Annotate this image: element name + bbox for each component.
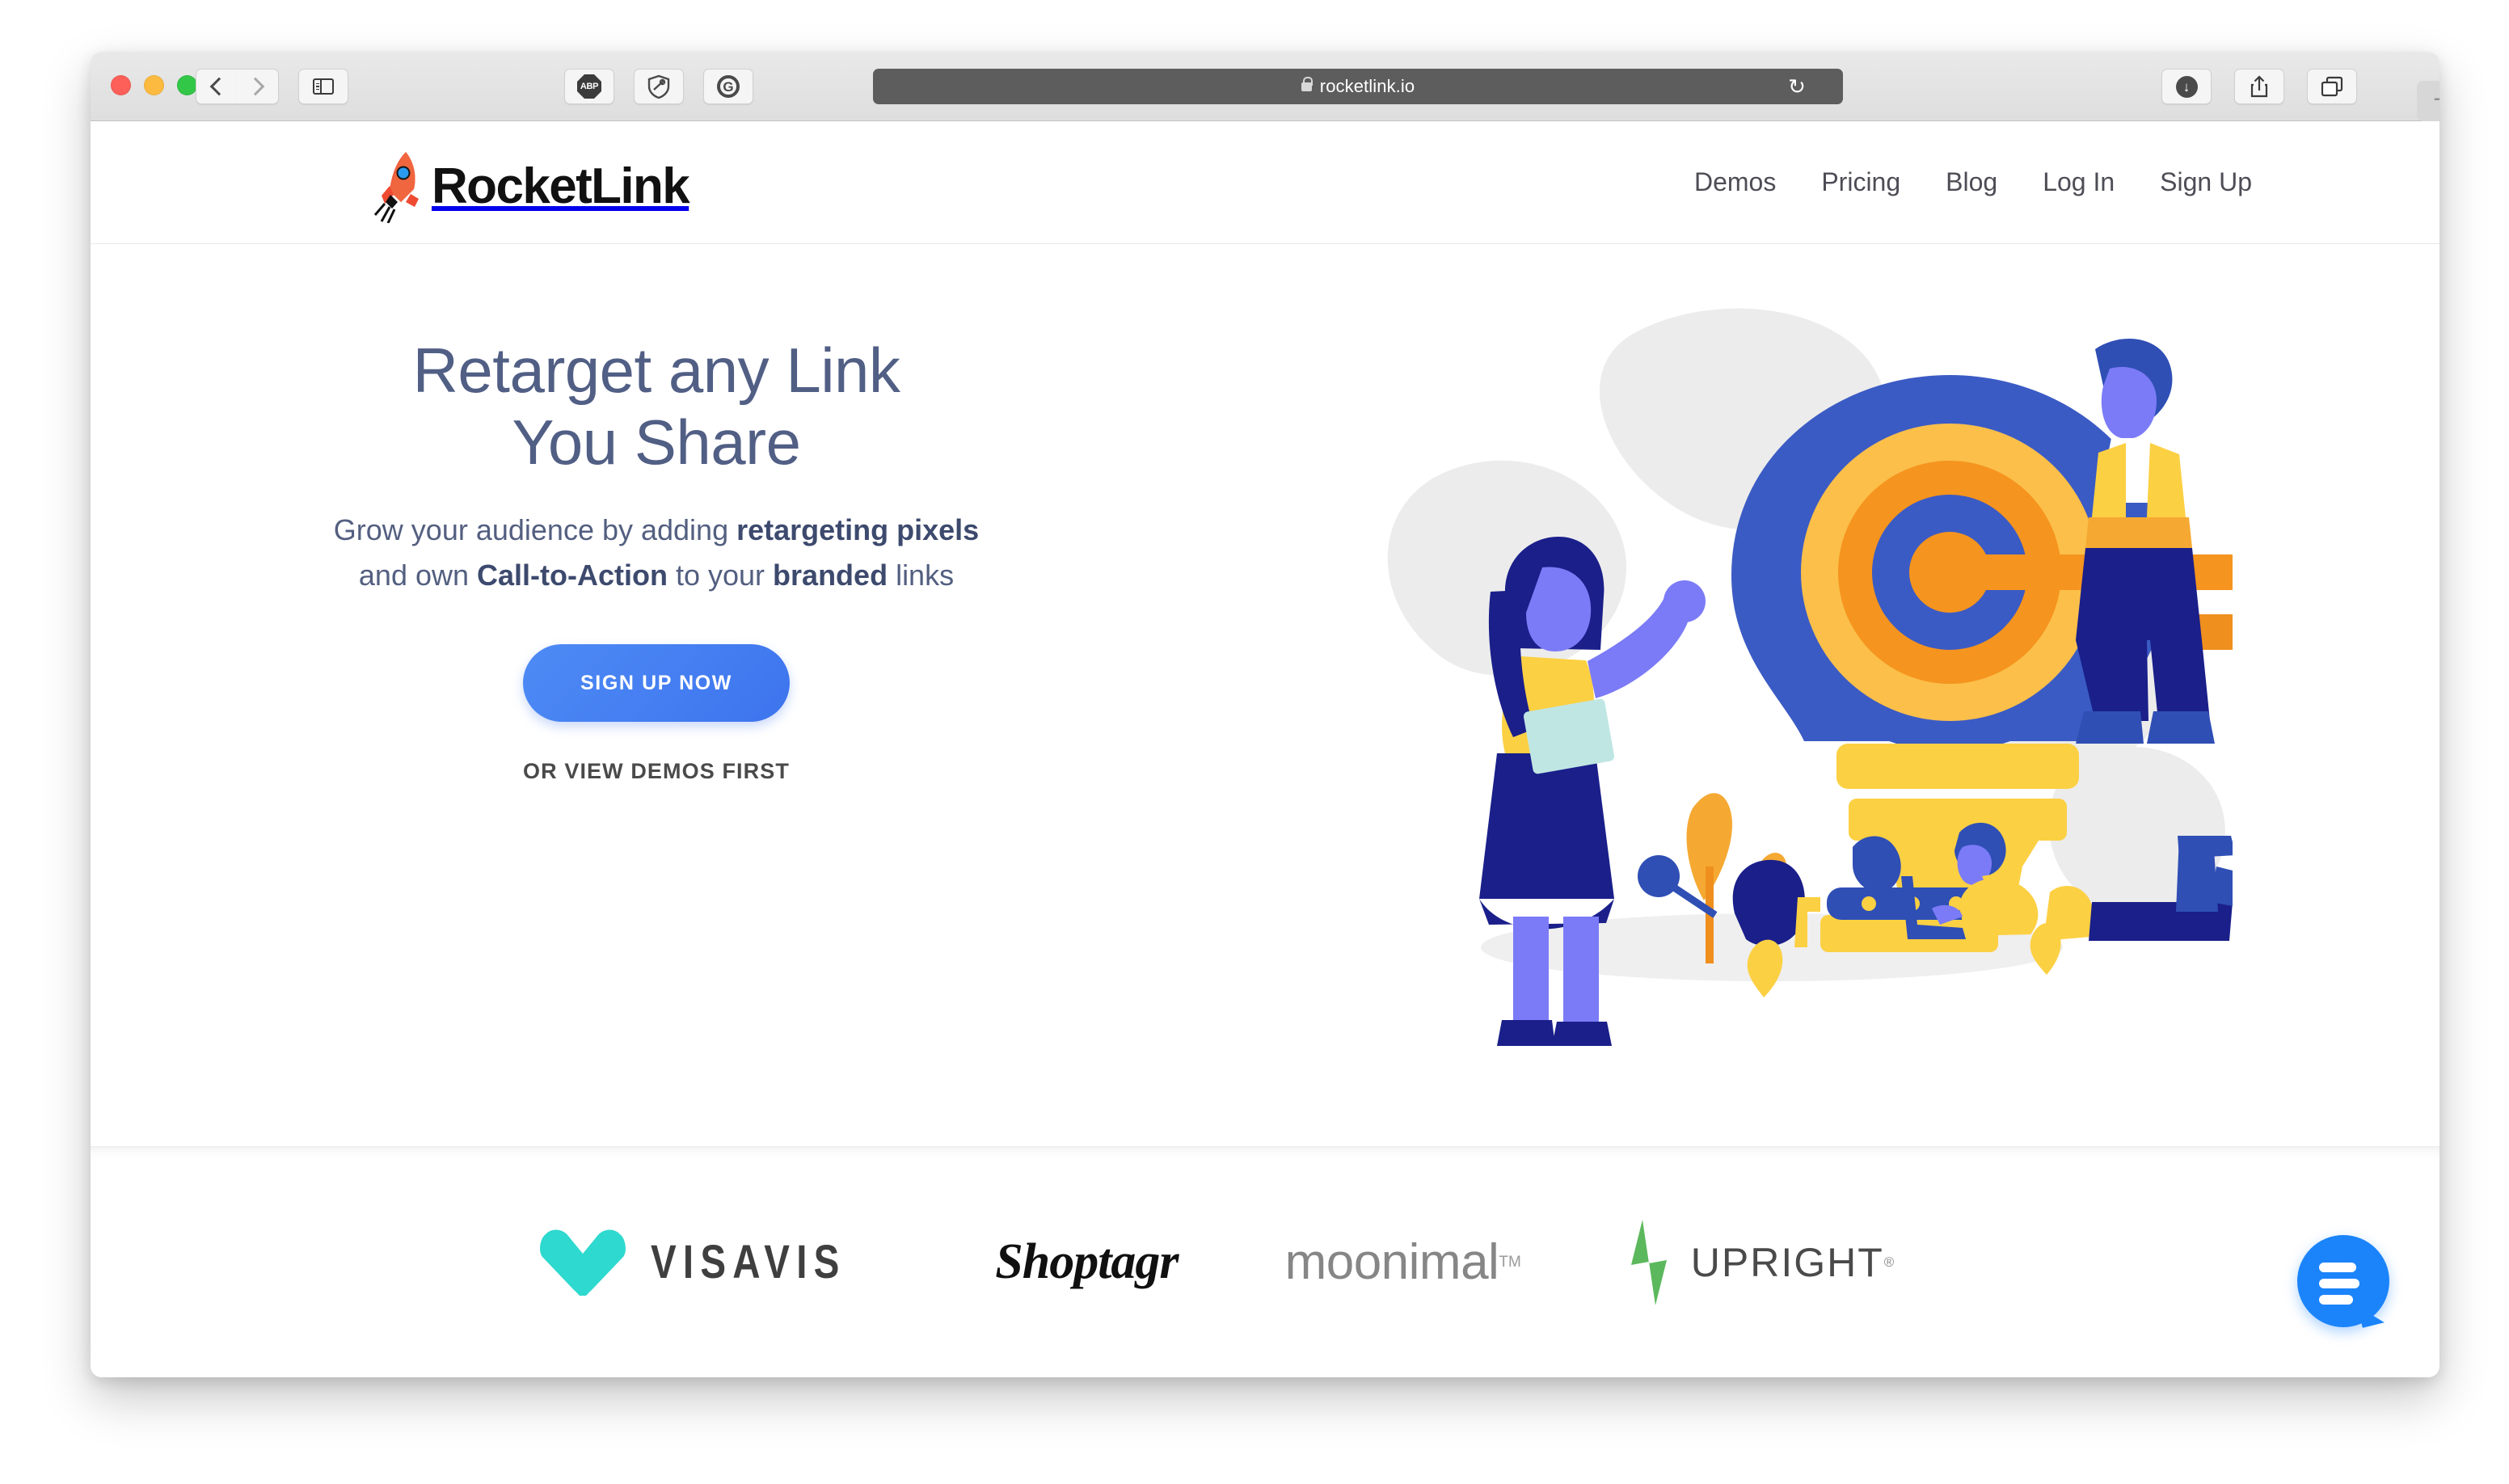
adblock-plus-extension-button[interactable]: ABP: [564, 69, 614, 104]
nav-item-login[interactable]: Log In: [2043, 167, 2115, 197]
browser-window: ABP G rocketlink.io ↻ ↓ RocketLink Demos…: [91, 52, 2439, 1377]
hero-sub-part-3: to your: [667, 558, 774, 592]
maximize-window-button[interactable]: [177, 75, 197, 95]
lock-icon: [1301, 76, 1314, 91]
upright-registered-mark: ®: [1883, 1254, 1895, 1270]
grammarly-extension-button[interactable]: G: [703, 69, 753, 104]
brand-logo[interactable]: RocketLink: [369, 149, 690, 223]
nav-item-pricing[interactable]: Pricing: [1821, 167, 1900, 197]
signup-now-button[interactable]: SIGN UP NOW: [523, 644, 790, 723]
visavis-wordmark: VISAVIS: [650, 1236, 846, 1288]
chat-lines-icon: [2319, 1263, 2359, 1305]
share-button[interactable]: [2234, 69, 2284, 104]
hero-subtitle: Grow your audience by adding retargeting…: [333, 508, 980, 598]
nav-item-blog[interactable]: Blog: [1946, 167, 1997, 197]
nav-item-signup[interactable]: Sign Up: [2160, 167, 2252, 197]
chat-bubble-button[interactable]: [2297, 1235, 2389, 1327]
new-tab-button[interactable]: +: [2417, 81, 2439, 121]
upright-wordmark: UPRIGHT: [1690, 1239, 1884, 1285]
logo-shoptagr: Shoptagr: [995, 1233, 1179, 1291]
hero-sub-bold-1: retargeting pixels: [736, 512, 980, 546]
hero-copy: Retarget any Link You Share Grow your au…: [333, 335, 980, 784]
minimize-window-button[interactable]: [144, 75, 164, 95]
hero-title: Retarget any Link You Share: [333, 335, 980, 479]
download-arrow-glyph: ↓: [2182, 78, 2191, 95]
brand-name: RocketLink: [432, 158, 690, 214]
rocket-icon: [373, 152, 419, 223]
sidebar-toggle-button[interactable]: [298, 69, 348, 104]
chevron-left-icon: [209, 77, 228, 96]
share-icon: [2250, 75, 2268, 98]
download-icon: ↓: [2175, 75, 2198, 98]
page-viewport: RocketLink Demos Pricing Blog Log In Sig…: [91, 121, 2439, 1377]
moonimal-wordmark: moonimal: [1284, 1234, 1499, 1290]
main-nav: Demos Pricing Blog Log In Sign Up: [1694, 167, 2252, 197]
visavis-chevron-icon: [539, 1229, 626, 1296]
grammarly-icon: G: [717, 75, 740, 98]
downloads-button[interactable]: ↓: [2161, 69, 2212, 104]
site-navbar: RocketLink Demos Pricing Blog Log In Sig…: [91, 121, 2439, 244]
hero-section: Retarget any Link You Share Grow your au…: [91, 244, 2439, 1146]
moonimal-trademark: TM: [1499, 1253, 1521, 1271]
shoptagr-wordmark: Shoptagr: [995, 1234, 1179, 1289]
target-lightbulb-illustration: [1387, 308, 2233, 1046]
logo-moonimal: moonimal TM: [1285, 1233, 1521, 1291]
reload-button[interactable]: ↻: [1785, 75, 1809, 99]
url-text: rocketlink.io: [1319, 76, 1415, 96]
logo-visavis: VISAVIS: [539, 1228, 889, 1297]
logo-upright: UPRIGHT ®: [1628, 1218, 1895, 1307]
hero-sub-bold-2: Call-to-Action: [477, 558, 668, 592]
window-traffic-lights: [111, 75, 197, 95]
back-button[interactable]: [196, 69, 238, 104]
upright-lightning-icon: [1630, 1219, 1667, 1305]
view-demos-link[interactable]: OR VIEW DEMOS FIRST: [333, 759, 980, 784]
hero-title-line-1: Retarget any Link: [412, 335, 900, 406]
tab-overview-button[interactable]: [2307, 69, 2357, 104]
hero-title-line-2: You Share: [512, 406, 801, 478]
adblock-plus-icon: ABP: [577, 74, 601, 99]
shield-icon: [647, 74, 670, 99]
close-window-button[interactable]: [111, 75, 131, 95]
chevron-right-icon: [246, 77, 265, 96]
shield-extension-button[interactable]: [634, 69, 684, 104]
hero-sub-part-4: links: [888, 558, 955, 592]
client-logos-band: VISAVIS Shoptagr moonimal TM UPRIGHT ®: [91, 1146, 2439, 1377]
hero-sub-part-2: and own: [358, 558, 478, 592]
nav-item-demos[interactable]: Demos: [1694, 167, 1776, 197]
tabs-icon: [2321, 76, 2343, 97]
browser-toolbar: ABP G rocketlink.io ↻ ↓: [91, 52, 2439, 121]
hero-sub-bold-3: branded: [773, 558, 888, 592]
hero-sub-part-1: Grow your audience by adding: [333, 512, 737, 546]
url-bar[interactable]: rocketlink.io: [873, 69, 1843, 104]
forward-button[interactable]: [237, 69, 279, 104]
sidebar-icon: [313, 78, 334, 95]
